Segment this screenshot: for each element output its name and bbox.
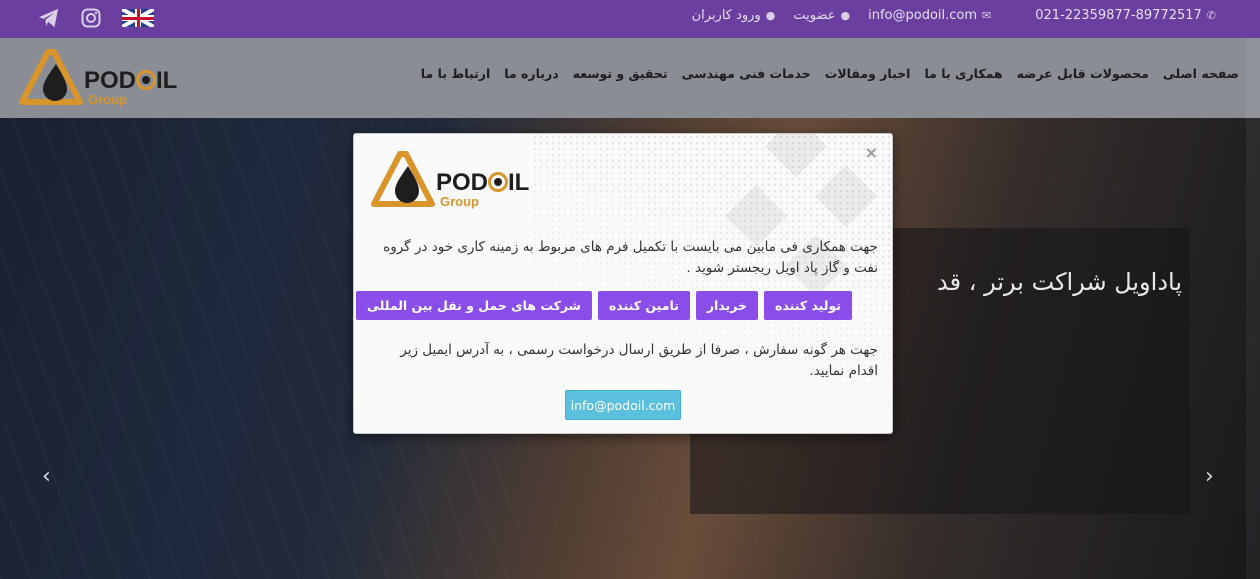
- phone-number: 021-22359877-89772517: [1035, 8, 1202, 23]
- svg-text:IL: IL: [156, 67, 177, 94]
- top-bar: ✆ 021-22359877-89772517 ✉ info@podoil.co…: [0, 0, 1260, 38]
- signup-label: عضویت: [793, 8, 836, 23]
- signup-link[interactable]: ● عضویت: [793, 8, 850, 23]
- nav-products[interactable]: محصولات قابل عرضه: [1010, 66, 1156, 81]
- nav-cooperation[interactable]: همکاری با ما: [917, 66, 1009, 81]
- nav-home[interactable]: صفحه اصلی: [1156, 66, 1246, 81]
- next-slide-icon[interactable]: ›: [1205, 466, 1214, 488]
- svg-text:Group: Group: [440, 194, 479, 209]
- email-button[interactable]: info@podoil.com: [565, 390, 681, 420]
- modal-intro-text: جهت همکاری فی مابین می بایست با تکمیل فر…: [383, 239, 878, 276]
- nav-research[interactable]: تحقیق و توسعه: [566, 66, 675, 81]
- svg-text:POD: POD: [436, 169, 488, 196]
- svg-text:Group: Group: [88, 92, 127, 107]
- nav-news[interactable]: اخبار ومقالات: [818, 66, 918, 81]
- page-scrollbar[interactable]: [1246, 38, 1260, 579]
- user-icon: ●: [840, 9, 851, 22]
- phone-icon: ✆: [1206, 9, 1216, 22]
- prev-slide-icon[interactable]: ‹: [42, 466, 51, 488]
- producer-button[interactable]: تولید کننده: [764, 291, 852, 320]
- role-buttons: تولید کننده خریدار تامین کننده شرکت های …: [356, 291, 852, 320]
- site-header: POD IL Group صفحه اصلی محصولات قابل عرضه…: [0, 38, 1260, 118]
- cooperation-modal: × POD IL Group جهت همکاری فی مابین می با…: [353, 133, 893, 434]
- svg-text:POD: POD: [84, 67, 136, 94]
- buyer-button[interactable]: خریدار: [695, 291, 759, 320]
- login-label: ورود کاربران: [691, 8, 761, 23]
- instagram-icon[interactable]: [80, 7, 102, 29]
- nav-about[interactable]: درباره ما: [497, 66, 565, 81]
- user-icon: ●: [765, 9, 776, 22]
- uk-flag-icon[interactable]: [122, 9, 154, 27]
- svg-text:IL: IL: [508, 169, 529, 196]
- close-icon[interactable]: ×: [865, 145, 878, 161]
- supplier-button[interactable]: تامین کننده: [597, 291, 690, 320]
- nav-engineering[interactable]: خدمات فنی مهندسی: [675, 66, 818, 81]
- podoil-logo[interactable]: POD IL Group: [18, 44, 188, 110]
- modal-order-note: جهت هر گونه سفارش ، صرفا از طریق ارسال د…: [400, 342, 878, 379]
- top-contact-links: ✆ 021-22359877-89772517 ✉ info@podoil.co…: [692, 0, 1216, 31]
- shipping-company-button[interactable]: شرکت های حمل و نقل بین المللی: [356, 291, 592, 320]
- login-link[interactable]: ● ورود کاربران: [692, 8, 776, 23]
- phone-item[interactable]: ✆ 021-22359877-89772517: [1035, 8, 1216, 23]
- podoil-logo: POD IL Group: [371, 151, 529, 209]
- nav-contact[interactable]: ارتباط با ما: [414, 66, 497, 81]
- email-address: info@podoil.com: [868, 8, 978, 23]
- email-item[interactable]: ✉ info@podoil.com: [868, 8, 991, 23]
- social-links: [38, 7, 154, 29]
- telegram-icon[interactable]: [38, 7, 60, 29]
- envelope-icon: ✉: [982, 9, 992, 22]
- slide-caption: پاداویل شراکت برتر ، قد: [937, 268, 1182, 296]
- main-nav: صفحه اصلی محصولات قابل عرضه همکاری با ما…: [414, 66, 1246, 81]
